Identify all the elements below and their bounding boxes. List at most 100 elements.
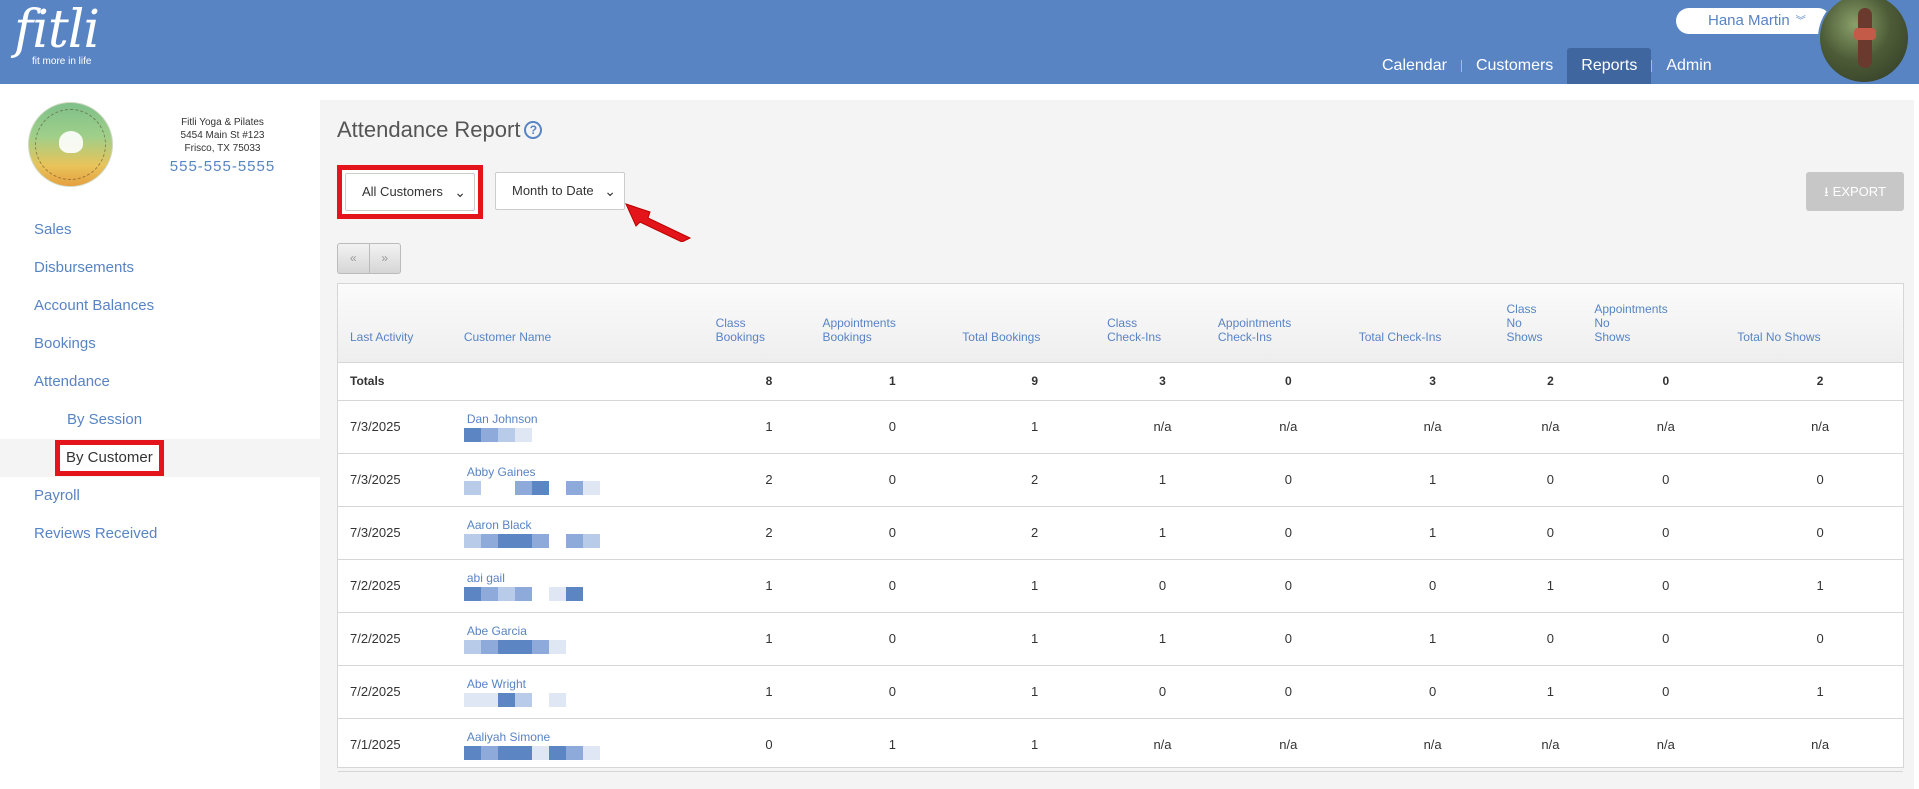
metric-cell: 2	[715, 453, 823, 507]
column-header[interactable]: Appointments Check-Ins	[1217, 284, 1359, 363]
redaction-block	[565, 586, 583, 601]
customer-filter-select[interactable]: All Customers ⌄	[345, 173, 475, 211]
table-row[interactable]: 7/3/2025 Aaron Black 2 0 2 1 0 1 0 0 0	[338, 506, 1903, 560]
redaction-block	[548, 745, 566, 760]
column-header[interactable]: Last Activity	[338, 284, 464, 363]
user-menu[interactable]: Hana Martin ︾	[1676, 8, 1831, 34]
customer-name-link[interactable]: Abby Gaines	[467, 465, 716, 479]
redaction-block	[531, 533, 549, 548]
metric-cell: 0	[1594, 453, 1738, 507]
column-header[interactable]: Appointments Bookings	[822, 284, 963, 363]
redaction-block	[497, 533, 515, 548]
customer-name-link[interactable]: Dan Johnson	[467, 412, 716, 426]
customer-name-link[interactable]: Abe Garcia	[467, 624, 716, 638]
redaction-block	[531, 745, 549, 760]
last-activity-cell: 7/3/2025	[338, 453, 464, 507]
column-header[interactable]: Total Check-Ins	[1358, 284, 1507, 363]
column-header[interactable]: Appointments No Shows	[1594, 284, 1738, 363]
redaction-block	[514, 586, 532, 601]
redaction-block	[514, 745, 532, 760]
metric-cell: 1	[1506, 559, 1595, 613]
metric-cell: 1	[1358, 612, 1507, 666]
date-range-select[interactable]: Month to Date ⌄	[495, 172, 625, 210]
redaction-block	[582, 745, 600, 760]
customer-name-link[interactable]: Abe Wright	[467, 677, 716, 691]
last-activity-cell: 7/1/2025	[338, 718, 464, 772]
column-header-line: Bookings	[822, 329, 872, 344]
page-title-text: Attendance Report	[337, 117, 521, 142]
export-button[interactable]: ⭳ EXPORT	[1806, 172, 1904, 211]
sidebar-subitem-by-session[interactable]: By Session	[0, 401, 320, 439]
column-header-line: Customer Name	[463, 329, 552, 344]
redaction-block	[565, 533, 583, 548]
metric-cell: 0	[715, 718, 823, 772]
column-header[interactable]: Total No Shows	[1737, 284, 1903, 363]
metric-cell: 0	[1107, 665, 1218, 719]
table-row[interactable]: 7/3/2025 Dan Johnson 1 0 1 n/a n/a n/a n/a n/a n/a	[338, 400, 1903, 454]
metric-cell: 0	[822, 612, 963, 666]
customer-name-cell: Abe Garcia	[463, 612, 716, 666]
column-header-line: No	[1506, 315, 1522, 330]
avatar-figure-top	[1854, 28, 1876, 40]
nav-admin[interactable]: Admin	[1652, 48, 1725, 84]
metric-cell: 1	[715, 665, 823, 719]
nav-customers[interactable]: Customers	[1462, 48, 1567, 84]
metric-cell: 1	[715, 612, 823, 666]
sidebar-item-sales[interactable]: Sales	[0, 211, 320, 249]
nav-reports[interactable]: Reports	[1567, 48, 1652, 84]
top-header: fitli fit more in life Hana Martin ︾ Cale…	[0, 0, 1919, 84]
last-activity-cell: 7/2/2025	[338, 665, 464, 719]
column-header[interactable]: Class Check-Ins	[1107, 284, 1218, 363]
customer-name-link[interactable]: abi gail	[467, 571, 716, 585]
studio-address-line2: Frisco, TX 75033	[184, 143, 261, 154]
column-header-line: Total Bookings	[962, 329, 1041, 344]
column-header-line: Shows	[1506, 329, 1543, 344]
metric-cell: 1	[1358, 453, 1507, 507]
sidebar-item-reviews-received[interactable]: Reviews Received	[0, 515, 320, 553]
customer-name-cell: Aaliyah Simone	[463, 718, 716, 772]
sidebar-subitem-by-customer[interactable]: By Customer	[0, 439, 320, 477]
redaction-block	[497, 745, 515, 760]
column-header-line: Bookings	[715, 329, 765, 344]
metric-cell: 1	[962, 665, 1108, 719]
column-header[interactable]: Customer Name	[463, 284, 716, 363]
table-row[interactable]: 7/3/2025 Abby Gaines 2 0 2 1 0 1 0 0 0	[338, 453, 1903, 507]
sidebar-item-disbursements[interactable]: Disbursements	[0, 249, 320, 287]
metric-cell: n/a	[1506, 400, 1595, 454]
avatar[interactable]	[1818, 0, 1910, 84]
fitli-logo[interactable]: fitli fit more in life	[14, 0, 100, 67]
studio-phone[interactable]: 555-555-5555	[150, 157, 295, 177]
column-header[interactable]: Class No Shows	[1506, 284, 1595, 363]
pager-next-button[interactable]: »	[368, 244, 401, 273]
column-header[interactable]: Class Bookings	[715, 284, 823, 363]
nav-calendar[interactable]: Calendar	[1368, 48, 1461, 84]
redaction-block	[463, 427, 481, 442]
sidebar-item-account-balances[interactable]: Account Balances	[0, 287, 320, 325]
logo-wordmark: fitli	[14, 0, 100, 60]
metric-cell: 0	[822, 559, 963, 613]
sidebar-item-bookings[interactable]: Bookings	[0, 325, 320, 363]
metric-cell: 1	[1107, 506, 1218, 560]
table-row[interactable]: 7/2/2025 abi gail 1 0 1 0 0 0 1 0 1	[338, 559, 1903, 613]
download-icon: ⭳	[1824, 184, 1829, 199]
column-header[interactable]: Total Bookings	[962, 284, 1108, 363]
metric-cell: 0	[1217, 612, 1359, 666]
table-row[interactable]: 7/2/2025 Abe Garcia 1 0 1 1 0 1 0 0 0	[338, 612, 1903, 666]
metric-cell: 1	[715, 400, 823, 454]
customer-name-link[interactable]: Aaliyah Simone	[467, 730, 716, 744]
pager-prev-button[interactable]: «	[338, 244, 369, 273]
redaction-block	[463, 533, 481, 548]
page-title: Attendance Report?	[337, 117, 543, 143]
table-row[interactable]: 7/1/2025 Aaliyah Simone 0 1 1 n/a n/a n/a n/a n/a…	[338, 718, 1903, 772]
redaction-block	[480, 692, 498, 707]
table-row[interactable]: 7/2/2025 Abe Wright 1 0 1 0 0 0 1 0 1	[338, 665, 1903, 719]
sidebar-item-payroll[interactable]: Payroll	[0, 477, 320, 515]
sidebar-item-attendance[interactable]: Attendance	[0, 363, 320, 401]
customer-name-link[interactable]: Aaron Black	[467, 518, 716, 532]
metric-cell: n/a	[1217, 718, 1359, 772]
redaction-block	[463, 692, 481, 707]
redaction-block	[548, 692, 566, 707]
metric-cell: 0	[1506, 506, 1595, 560]
help-icon[interactable]: ?	[524, 121, 543, 139]
metric-cell: n/a	[1737, 718, 1903, 772]
